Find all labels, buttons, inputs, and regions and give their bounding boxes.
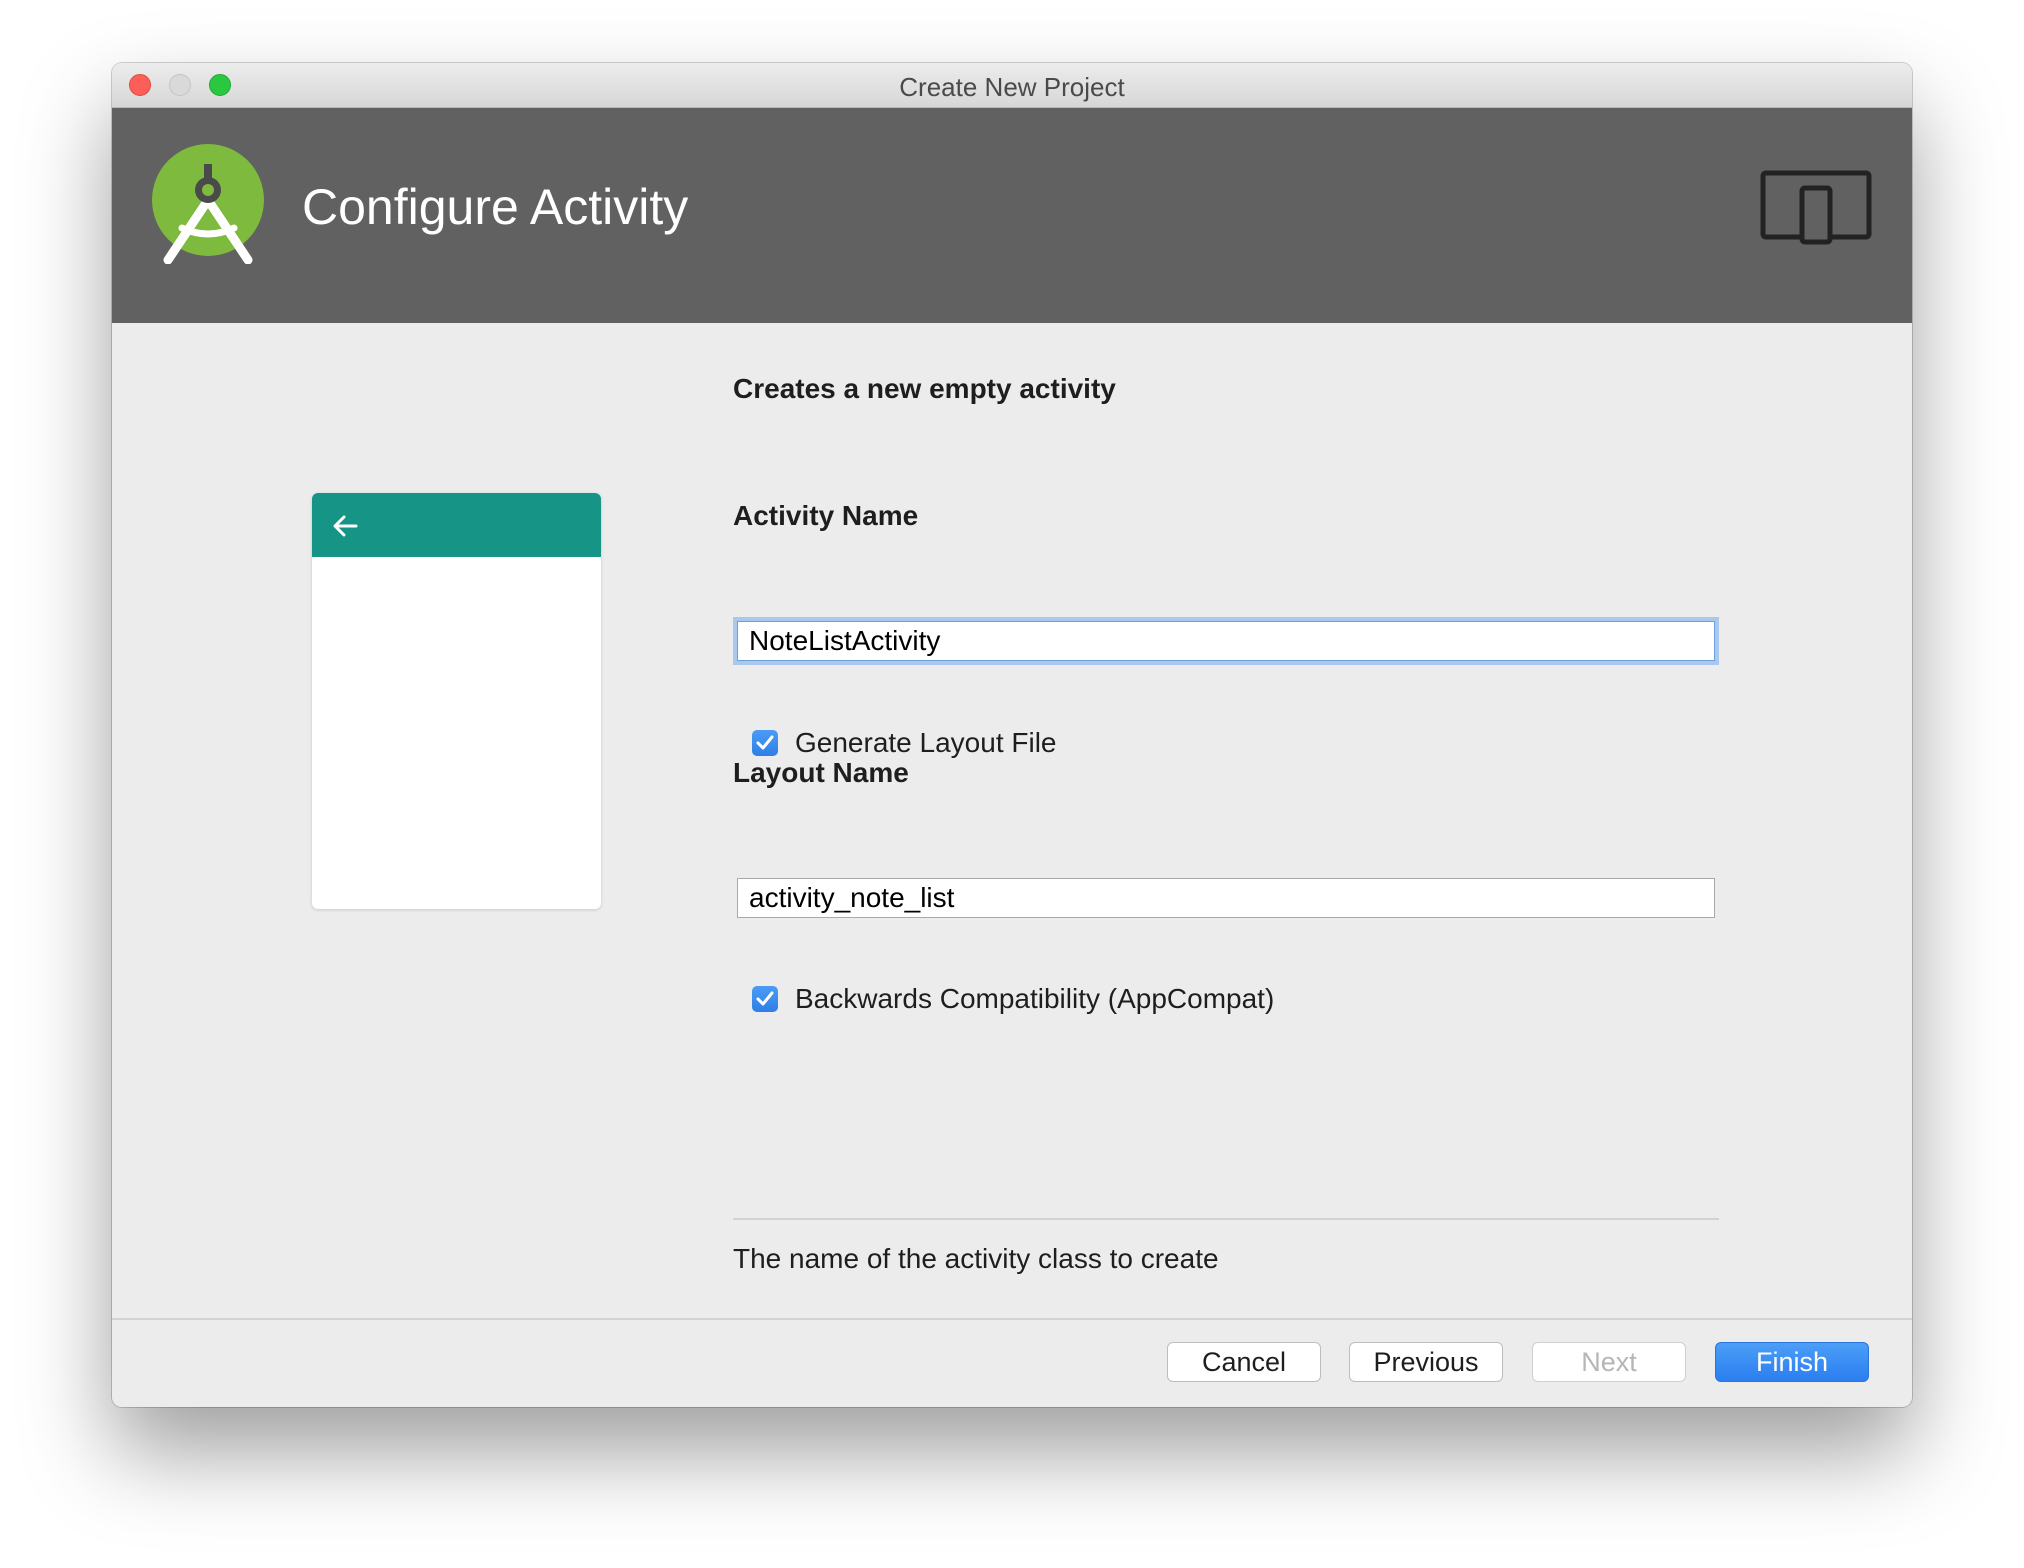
previous-button[interactable]: Previous bbox=[1349, 1342, 1503, 1382]
dialog-footer: Cancel Previous Next Finish bbox=[112, 1318, 1912, 1407]
layout-name-label: Layout Name bbox=[733, 757, 909, 789]
arrow-back-icon bbox=[330, 511, 360, 541]
backwards-compat-checkbox[interactable] bbox=[752, 986, 778, 1012]
activity-name-input[interactable]: NoteListActivity bbox=[737, 621, 1715, 661]
preview-toolbar bbox=[312, 493, 601, 557]
page-title: Configure Activity bbox=[302, 178, 688, 236]
android-studio-logo-icon bbox=[152, 144, 267, 264]
generate-layout-label: Generate Layout File bbox=[795, 727, 1057, 759]
activity-name-value: NoteListActivity bbox=[749, 625, 940, 656]
activity-preview bbox=[312, 493, 601, 909]
divider bbox=[733, 1218, 1719, 1220]
generate-layout-checkbox[interactable] bbox=[752, 730, 778, 756]
generate-layout-option[interactable]: Generate Layout File bbox=[752, 728, 1057, 758]
checkmark-icon bbox=[756, 735, 774, 751]
layout-name-input[interactable]: activity_note_list bbox=[737, 878, 1715, 918]
layout-name-value: activity_note_list bbox=[749, 882, 954, 913]
dialog-window: Create New Project Configure Activity Cr bbox=[112, 63, 1912, 1407]
cancel-button[interactable]: Cancel bbox=[1167, 1342, 1321, 1382]
checkmark-icon bbox=[756, 991, 774, 1007]
backwards-compat-label: Backwards Compatibility (AppCompat) bbox=[795, 983, 1274, 1015]
form-heading: Creates a new empty activity bbox=[733, 373, 1116, 405]
title-bar: Create New Project bbox=[112, 63, 1912, 108]
window-title: Create New Project bbox=[112, 72, 1912, 103]
help-text: The name of the activity class to create bbox=[733, 1243, 1219, 1275]
finish-button[interactable]: Finish bbox=[1715, 1342, 1869, 1382]
backwards-compat-option[interactable]: Backwards Compatibility (AppCompat) bbox=[752, 984, 1274, 1014]
activity-name-label: Activity Name bbox=[733, 500, 918, 532]
content-area: Creates a new empty activity Activity Na… bbox=[112, 323, 1912, 1318]
header-banner: Configure Activity bbox=[112, 108, 1912, 323]
tablet-phone-icon bbox=[1760, 170, 1872, 246]
next-button[interactable]: Next bbox=[1532, 1342, 1686, 1382]
